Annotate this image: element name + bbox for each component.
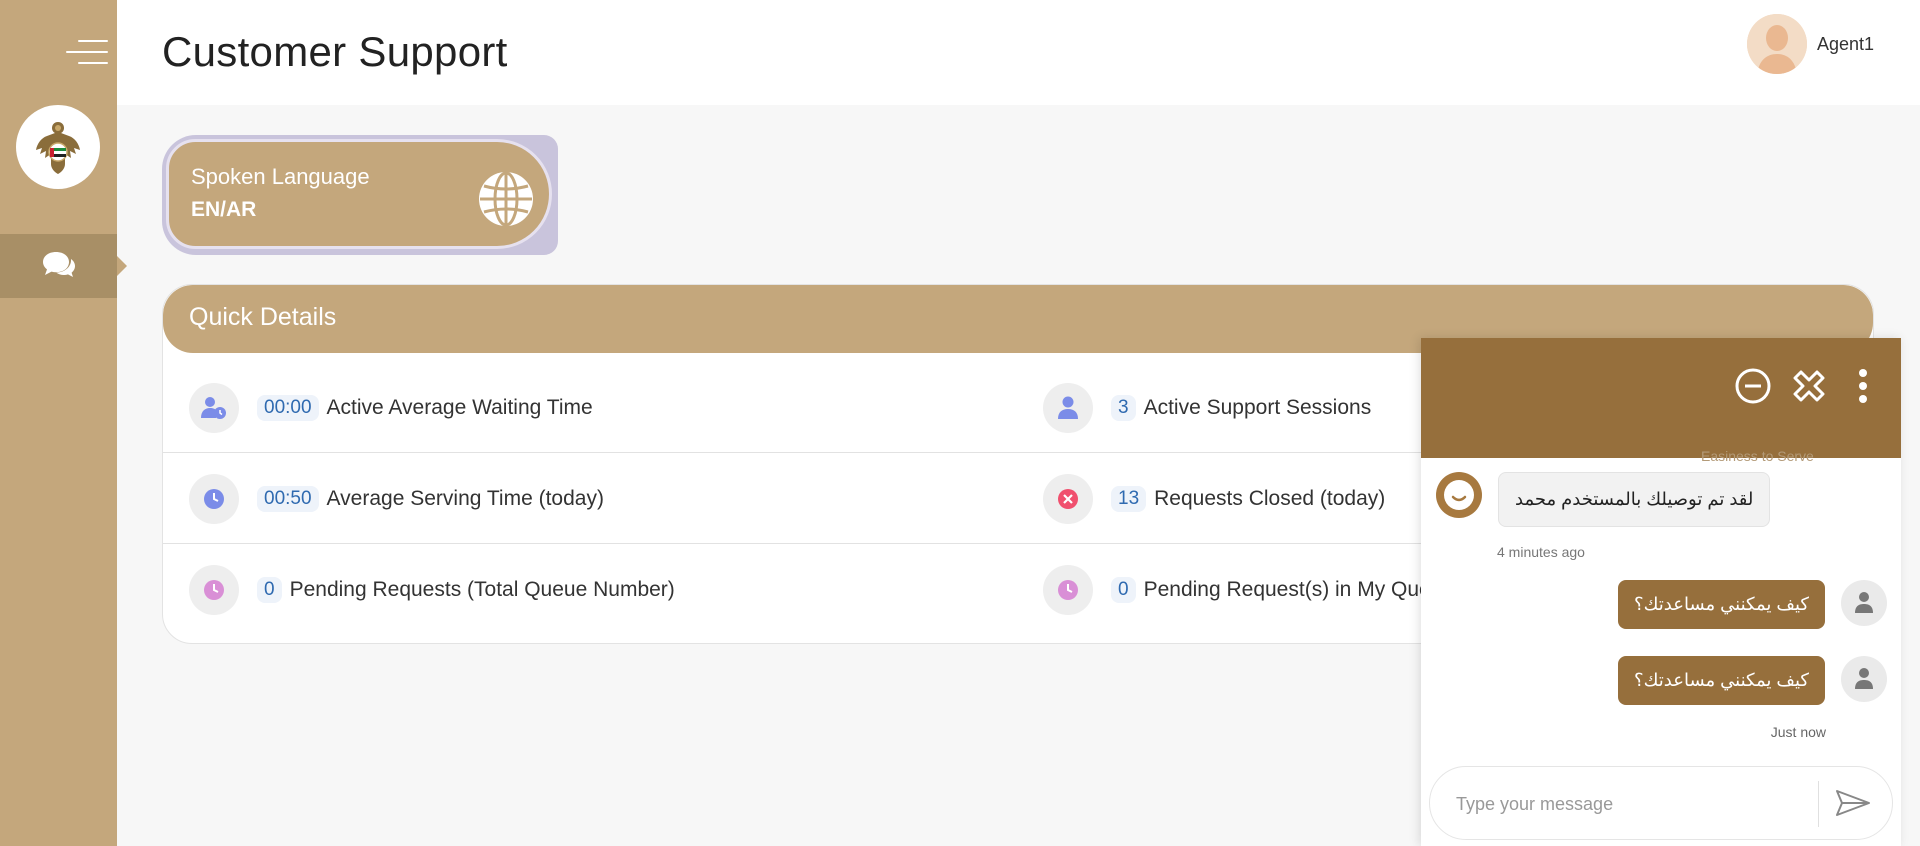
stat-label: Requests Closed (today) [1154, 487, 1386, 510]
stat-value: 00:00 [257, 395, 319, 421]
message-input[interactable] [1456, 789, 1796, 819]
stat-label: Average Serving Time (today) [326, 487, 604, 510]
menu-toggle-icon[interactable] [66, 38, 108, 66]
chat-header: Easiness to Serve [1421, 338, 1901, 464]
minimize-button[interactable] [1733, 368, 1773, 408]
clock-icon [1043, 565, 1093, 615]
active-indicator-arrow [117, 256, 127, 276]
user-avatar-icon [1841, 656, 1887, 702]
message-timestamp: 4 minutes ago [1497, 544, 1585, 560]
user-clock-icon [189, 383, 239, 433]
user-icon [1043, 383, 1093, 433]
stat-label: Active Average Waiting Time [326, 396, 593, 419]
message-timestamp: Just now [1770, 724, 1826, 740]
stat-average-serving-time: 00:50 Average Serving Time (today) [189, 454, 604, 544]
stat-value: 13 [1111, 486, 1147, 512]
stat-active-average-waiting-time: 00:00 Active Average Waiting Time [189, 363, 593, 453]
globe-icon [477, 170, 535, 233]
chat-bubbles-icon [42, 250, 76, 283]
send-icon [1835, 789, 1871, 822]
message-composer [1429, 766, 1893, 840]
more-options-button[interactable] [1843, 368, 1883, 408]
clock-icon [189, 474, 239, 524]
message-bubble: كيف يمكنني مساعدتك؟ [1618, 656, 1825, 705]
stat-value: 0 [1111, 577, 1136, 603]
page-title: Customer Support [162, 28, 508, 75]
stat-pending-requests-my-queue: 0 Pending Request(s) in My Queue [1043, 545, 1454, 635]
close-chat-button[interactable] [1789, 368, 1829, 408]
language-card: Spoken Language EN/AR [166, 139, 552, 249]
language-value: EN/AR [191, 198, 257, 221]
message-bubble: كيف يمكنني مساعدتك؟ [1618, 580, 1825, 629]
sidebar [0, 0, 117, 846]
chat-header-subtext: Easiness to Serve [1701, 448, 1814, 464]
bot-avatar-icon [1436, 472, 1482, 518]
outgoing-message: كيف يمكنني مساعدتك؟ [1618, 580, 1887, 629]
emblem-logo [16, 105, 100, 189]
clock-icon [189, 565, 239, 615]
sidebar-item-chat[interactable] [0, 234, 117, 298]
stat-pending-requests-total: 0 Pending Requests (Total Queue Number) [189, 545, 675, 635]
top-header: Customer Support Agent1 [117, 0, 1920, 105]
quick-details-title: Quick Details [189, 303, 337, 331]
agent-name: Agent1 [1816, 33, 1874, 54]
kebab-menu-icon [1858, 368, 1868, 409]
language-label: Spoken Language [191, 164, 370, 189]
stat-label: Pending Request(s) in My Queue [1143, 578, 1455, 601]
agent-profile[interactable]: Agent1 [1746, 14, 1874, 74]
message-bubble: لقد تم توصيلك بالمستخدم محمد [1498, 472, 1771, 527]
stat-label: Active Support Sessions [1143, 396, 1372, 419]
stat-requests-closed: 13 Requests Closed (today) [1043, 454, 1385, 544]
user-avatar-icon [1841, 580, 1887, 626]
close-icon [1789, 366, 1829, 411]
minus-circle-icon [1734, 367, 1772, 410]
stat-value: 00:50 [257, 486, 319, 512]
chat-widget: Easiness to Serve لقد تم توصيلك بالمستخد… [1421, 338, 1901, 846]
stat-active-support-sessions: 3 Active Support Sessions [1043, 363, 1371, 453]
outgoing-message: كيف يمكنني مساعدتك؟ [1618, 656, 1887, 705]
stat-label: Pending Requests (Total Queue Number) [289, 578, 675, 601]
incoming-message: لقد تم توصيلك بالمستخدم محمد [1436, 472, 1771, 527]
avatar [1746, 14, 1807, 74]
close-circle-icon [1043, 474, 1093, 524]
stat-value: 3 [1111, 395, 1136, 421]
input-divider [1818, 781, 1819, 827]
send-button[interactable] [1832, 787, 1874, 823]
stat-value: 0 [257, 577, 282, 603]
